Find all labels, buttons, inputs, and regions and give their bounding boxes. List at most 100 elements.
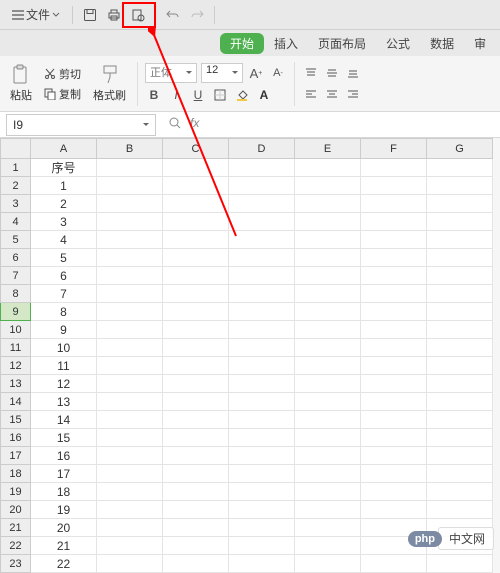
cell[interactable] bbox=[427, 411, 493, 429]
cell[interactable] bbox=[295, 159, 361, 177]
cell[interactable] bbox=[427, 285, 493, 303]
cell[interactable]: 6 bbox=[31, 267, 97, 285]
row-header[interactable]: 22 bbox=[1, 537, 31, 555]
tab-审[interactable]: 审 bbox=[464, 31, 496, 56]
cell[interactable] bbox=[97, 411, 163, 429]
row-header[interactable]: 16 bbox=[1, 429, 31, 447]
row-header[interactable]: 20 bbox=[1, 501, 31, 519]
cell[interactable] bbox=[295, 339, 361, 357]
cell[interactable] bbox=[229, 375, 295, 393]
cell[interactable] bbox=[295, 501, 361, 519]
increase-font-button[interactable]: A+ bbox=[247, 64, 265, 82]
cell[interactable] bbox=[427, 375, 493, 393]
cell[interactable] bbox=[427, 213, 493, 231]
cell[interactable] bbox=[229, 429, 295, 447]
tab-插入[interactable]: 插入 bbox=[264, 31, 308, 56]
font-color-button[interactable]: A bbox=[255, 86, 273, 104]
underline-button[interactable]: U bbox=[189, 86, 207, 104]
cell[interactable]: 1 bbox=[31, 177, 97, 195]
cut-button[interactable]: 剪切 bbox=[40, 65, 85, 83]
cell[interactable]: 8 bbox=[31, 303, 97, 321]
cell[interactable] bbox=[361, 375, 427, 393]
cell[interactable] bbox=[97, 159, 163, 177]
redo-button[interactable] bbox=[186, 4, 208, 26]
cell[interactable]: 18 bbox=[31, 483, 97, 501]
cell[interactable] bbox=[97, 303, 163, 321]
cell[interactable] bbox=[427, 321, 493, 339]
row-header[interactable]: 4 bbox=[1, 213, 31, 231]
row-header[interactable]: 19 bbox=[1, 483, 31, 501]
font-family-select[interactable]: 正体 bbox=[145, 63, 197, 83]
cell[interactable]: 4 bbox=[31, 231, 97, 249]
row-header[interactable]: 10 bbox=[1, 321, 31, 339]
tab-页面布局[interactable]: 页面布局 bbox=[308, 31, 376, 56]
cell[interactable] bbox=[163, 483, 229, 501]
row-header[interactable]: 13 bbox=[1, 375, 31, 393]
cell[interactable] bbox=[427, 195, 493, 213]
cell[interactable] bbox=[229, 321, 295, 339]
cell[interactable]: 12 bbox=[31, 375, 97, 393]
cell[interactable] bbox=[229, 267, 295, 285]
align-bottom-button[interactable] bbox=[344, 64, 362, 82]
cell[interactable] bbox=[229, 303, 295, 321]
cell[interactable] bbox=[361, 231, 427, 249]
cell[interactable] bbox=[163, 231, 229, 249]
save-button[interactable] bbox=[79, 4, 101, 26]
cell[interactable] bbox=[229, 519, 295, 537]
cell[interactable] bbox=[361, 357, 427, 375]
cell[interactable] bbox=[163, 303, 229, 321]
row-header[interactable]: 11 bbox=[1, 339, 31, 357]
cell[interactable] bbox=[427, 339, 493, 357]
border-button[interactable] bbox=[211, 86, 229, 104]
cell[interactable] bbox=[97, 177, 163, 195]
cell[interactable] bbox=[97, 339, 163, 357]
cell[interactable] bbox=[361, 393, 427, 411]
cell[interactable] bbox=[163, 465, 229, 483]
align-middle-button[interactable] bbox=[323, 64, 341, 82]
cell[interactable] bbox=[97, 213, 163, 231]
cell[interactable]: 15 bbox=[31, 429, 97, 447]
cell[interactable] bbox=[163, 177, 229, 195]
cell[interactable] bbox=[97, 465, 163, 483]
cell[interactable] bbox=[361, 267, 427, 285]
cell[interactable] bbox=[361, 159, 427, 177]
copy-button[interactable]: 复制 bbox=[40, 85, 85, 103]
cell[interactable] bbox=[427, 447, 493, 465]
row-header[interactable]: 2 bbox=[1, 177, 31, 195]
cell[interactable] bbox=[295, 537, 361, 555]
cell[interactable] bbox=[295, 285, 361, 303]
cell[interactable] bbox=[427, 267, 493, 285]
cell[interactable]: 19 bbox=[31, 501, 97, 519]
cell[interactable] bbox=[229, 465, 295, 483]
column-header[interactable]: A bbox=[31, 139, 97, 159]
cell[interactable]: 3 bbox=[31, 213, 97, 231]
cell[interactable] bbox=[427, 303, 493, 321]
cell[interactable] bbox=[229, 393, 295, 411]
cell[interactable] bbox=[361, 429, 427, 447]
cell[interactable] bbox=[295, 519, 361, 537]
cell[interactable]: 17 bbox=[31, 465, 97, 483]
column-header[interactable]: G bbox=[427, 139, 493, 159]
cell[interactable] bbox=[295, 267, 361, 285]
cell[interactable] bbox=[163, 537, 229, 555]
cell[interactable] bbox=[163, 447, 229, 465]
cell[interactable] bbox=[229, 447, 295, 465]
cell[interactable] bbox=[97, 267, 163, 285]
cell[interactable] bbox=[229, 357, 295, 375]
cell[interactable] bbox=[163, 285, 229, 303]
cell[interactable] bbox=[229, 231, 295, 249]
cell[interactable] bbox=[427, 483, 493, 501]
cell[interactable] bbox=[295, 411, 361, 429]
cell[interactable] bbox=[361, 177, 427, 195]
cell[interactable] bbox=[229, 483, 295, 501]
cell[interactable] bbox=[361, 249, 427, 267]
cell[interactable] bbox=[427, 393, 493, 411]
cell[interactable] bbox=[163, 429, 229, 447]
cell[interactable]: 20 bbox=[31, 519, 97, 537]
cell[interactable]: 5 bbox=[31, 249, 97, 267]
column-header[interactable]: D bbox=[229, 139, 295, 159]
cell[interactable] bbox=[163, 501, 229, 519]
cell[interactable] bbox=[97, 285, 163, 303]
cell[interactable] bbox=[295, 429, 361, 447]
cell[interactable] bbox=[163, 357, 229, 375]
